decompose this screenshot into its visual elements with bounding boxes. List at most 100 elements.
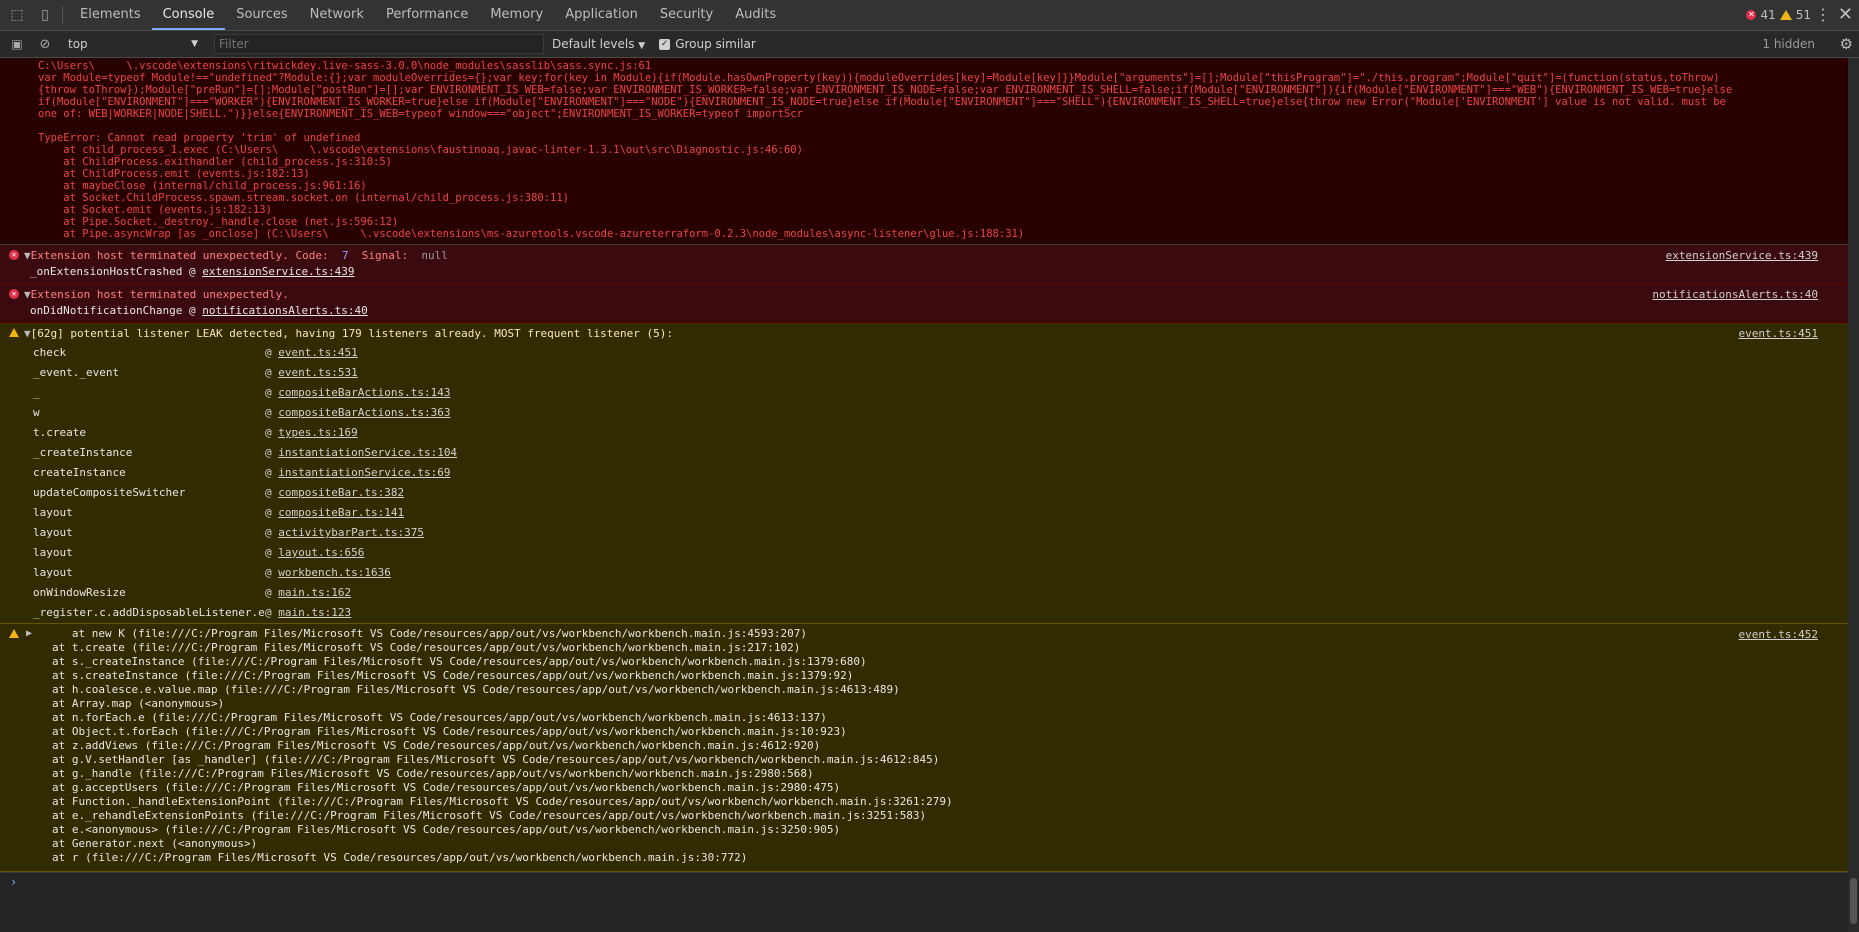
devtools-toolbar: ⬚ ▯ Elements Console Sources Network Per…	[0, 0, 1859, 31]
source-link[interactable]: notificationsAlerts.ts:40	[1652, 288, 1818, 301]
group-similar-toggle[interactable]: ✓ Group similar	[659, 37, 756, 51]
filter-input[interactable]	[214, 34, 544, 54]
scrollbar-thumb[interactable]	[1850, 878, 1857, 924]
error-icon: ✕	[9, 250, 19, 260]
listener-function: _event._event	[33, 366, 120, 379]
listener-function: w	[33, 406, 40, 419]
stack-line: at r (file:///C:/Program Files/Microsoft…	[52, 851, 748, 864]
listener-location-link[interactable]: compositeBar.ts:141	[278, 506, 404, 519]
issue-counts[interactable]: ✕ 41 51	[1746, 0, 1811, 30]
listener-location-link[interactable]: types.ts:169	[278, 426, 357, 439]
tab-console[interactable]: Console	[151, 0, 226, 30]
listener-location-link[interactable]: instantiationService.ts:104	[278, 446, 457, 459]
stack-line: at Socket.emit (events.js:182:13)	[38, 204, 272, 216]
warning-message: event.ts:452 at new K (file:///C:/Progra…	[0, 624, 1848, 872]
gear-icon[interactable]: ⚙	[1840, 35, 1853, 53]
listener-location-link[interactable]: compositeBarActions.ts:143	[278, 386, 450, 399]
stack-line: at z.addViews (file:///C:/Program Files/…	[52, 739, 821, 752]
stack-line: at g.V.setHandler [as _handler] (file://…	[52, 753, 940, 766]
table-row: layout @ compositeBar.ts:141	[33, 503, 1848, 523]
stack-line: TypeError: Cannot read property 'trim' o…	[38, 132, 361, 144]
table-row: _createInstance @ instantiationService.ts…	[33, 443, 1848, 463]
listener-location-link[interactable]: activitybarPart.ts:375	[278, 526, 424, 539]
stack-line: at maybeClose (internal/child_process.js…	[38, 180, 367, 192]
listener-location-link[interactable]: instantiationService.ts:69	[278, 466, 450, 479]
table-row: layout @ workbench.ts:1636	[33, 563, 1848, 583]
stack-trace: at new K (file:///C:/Program Files/Micro…	[0, 624, 1848, 871]
listener-location-link[interactable]: main.ts:162	[278, 586, 351, 599]
show-sidebar-icon[interactable]: ▣	[6, 33, 28, 55]
clear-console-icon[interactable]: ⊘	[34, 33, 56, 55]
stack-line: at Object.t.forEach (file:///C:/Program …	[52, 725, 847, 738]
listener-location-link[interactable]: compositeBarActions.ts:363	[278, 406, 450, 419]
stack-line: C:\Users\ \.vscode\extensions\ritwickdey…	[38, 60, 652, 72]
listener-location-link[interactable]: layout.ts:656	[278, 546, 364, 559]
listener-function: _register.c.addDisposableListener.e	[33, 606, 265, 619]
tab-memory[interactable]: Memory	[479, 0, 554, 30]
console-prompt[interactable]: ›	[0, 872, 1848, 891]
error-icon: ✕	[1746, 10, 1757, 20]
stack-line: at Socket.ChildProcess.spawn.stream.sock…	[38, 192, 570, 204]
table-row: layout @ activitybarPart.ts:375	[33, 523, 1848, 543]
tab-security[interactable]: Security	[649, 0, 724, 30]
source-link[interactable]: event.ts:452	[1739, 628, 1818, 641]
listener-function: t.create	[33, 426, 86, 439]
expand-triangle-icon[interactable]: ▼	[24, 249, 31, 262]
listener-location-link[interactable]: event.ts:451	[278, 346, 357, 359]
stack-line: var Module=typeof Module!=="undefined"?M…	[38, 72, 1720, 84]
listener-function: check	[33, 346, 67, 359]
source-link[interactable]: extensionService.ts:439	[1666, 249, 1818, 262]
tab-elements[interactable]: Elements	[69, 0, 152, 30]
stack-line: at Array.map (<anonymous>)	[52, 697, 225, 710]
more-options-icon[interactable]: ⋮	[1815, 0, 1831, 30]
checkbox-checked-icon[interactable]: ✓	[659, 38, 671, 50]
inspect-element-icon[interactable]: ⬚	[6, 4, 28, 26]
error-count: 41	[1760, 8, 1776, 22]
listener-function: createInstance	[33, 466, 126, 479]
stack-line: at g._handle (file:///C:/Program Files/M…	[52, 767, 814, 780]
scrollbar[interactable]	[1848, 58, 1859, 932]
expand-triangle-icon[interactable]: ▶	[26, 628, 32, 639]
error-message: ✕ ▼Extension host terminated unexpectedl…	[0, 284, 1848, 323]
device-toolbar-icon[interactable]: ▯	[34, 4, 56, 26]
tab-performance[interactable]: Performance	[375, 0, 479, 30]
error-text: Extension host terminated unexpectedly. …	[30, 249, 342, 262]
log-levels-dropdown[interactable]: Default levels ▼	[552, 37, 645, 51]
signal-value: null	[421, 249, 448, 262]
listener-location-link[interactable]: event.ts:531	[278, 366, 357, 379]
listener-function: layout	[33, 506, 73, 519]
stack-location-link[interactable]: notificationsAlerts.ts:40	[202, 304, 368, 317]
stack-line: {throw toThrow});Module["preRun"]=[];Mod…	[38, 84, 1733, 96]
table-row: createInstance @ instantiationService.ts:…	[33, 463, 1848, 483]
caret-down-icon: ▼	[638, 41, 646, 51]
tab-audits[interactable]: Audits	[724, 0, 787, 30]
listener-function: layout	[33, 566, 73, 579]
warning-icon	[9, 629, 19, 638]
hidden-count: 1 hidden	[1762, 37, 1815, 51]
source-link[interactable]: event.ts:451	[1739, 327, 1818, 340]
listener-location: @ main.ts:123	[265, 606, 352, 619]
listener-location: @ workbench.ts:1636	[265, 566, 391, 579]
listener-location: @ types.ts:169	[265, 426, 358, 439]
error-stack-message: C:\Users\ \.vscode\extensions\ritwickdey…	[0, 58, 1848, 245]
listener-location-link[interactable]: workbench.ts:1636	[278, 566, 391, 579]
table-row: layout @ layout.ts:656	[33, 543, 1848, 563]
context-selector[interactable]: top ▼	[64, 35, 202, 53]
table-row: updateCompositeSwitcher @ compositeBar.ts…	[33, 483, 1848, 503]
expand-triangle-icon[interactable]: ▼	[24, 288, 31, 301]
expand-triangle-icon[interactable]: ▼	[24, 327, 31, 340]
listener-location: @ event.ts:451	[265, 346, 358, 359]
listener-table: check @ event.ts:451 _event._event @ event.…	[0, 343, 1848, 623]
stack-line: at Pipe.asyncWrap [as _onclose] (C:\User…	[38, 228, 1025, 240]
tab-application[interactable]: Application	[554, 0, 649, 30]
tab-sources[interactable]: Sources	[225, 0, 298, 30]
listener-function: layout	[33, 546, 73, 559]
listener-location: @ instantiationService.ts:69	[265, 466, 451, 479]
stack-line: at ChildProcess.exithandler (child_proce…	[38, 156, 393, 168]
stack-location-link[interactable]: extensionService.ts:439	[202, 265, 354, 278]
listener-location-link[interactable]: compositeBar.ts:382	[278, 486, 404, 499]
tab-network[interactable]: Network	[299, 0, 375, 30]
stack-line: at child_process_1.exec (C:\Users\ \.vsc…	[38, 144, 803, 156]
close-icon[interactable]: ✕	[1838, 0, 1853, 30]
listener-location-link[interactable]: main.ts:123	[278, 606, 351, 619]
